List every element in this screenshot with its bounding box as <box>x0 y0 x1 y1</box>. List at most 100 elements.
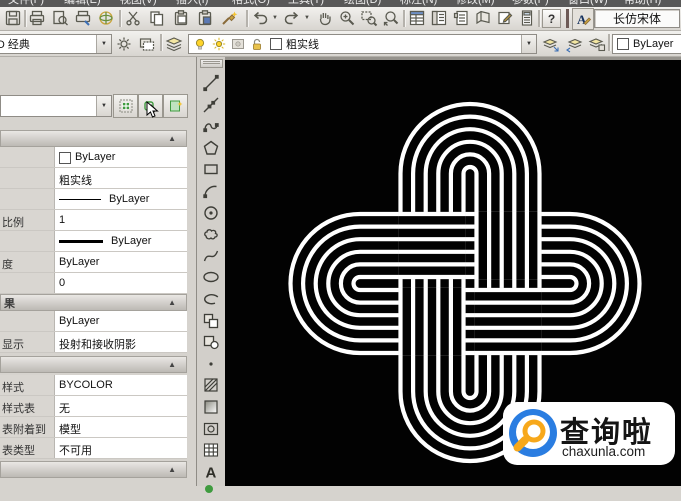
revision-cloud-icon[interactable] <box>201 224 221 244</box>
property-row-plot-table-type[interactable]: 表类型 不可用 <box>0 438 187 459</box>
polygon-icon[interactable] <box>201 138 221 158</box>
section-header-3d[interactable]: 果 ▲ <box>0 294 187 311</box>
collapse-icon[interactable]: ▲ <box>168 465 176 474</box>
zoom-window-icon[interactable] <box>359 8 379 28</box>
font-style-box[interactable]: 长仿宋体 <box>594 9 680 28</box>
menu-tools[interactable]: 工具(T) <box>288 0 324 7</box>
workspace-save-icon[interactable] <box>137 34 157 54</box>
toolbar-grip-handle[interactable] <box>200 59 223 68</box>
redo-dropdown-caret[interactable]: ▼ <box>302 8 312 28</box>
select-objects-button[interactable] <box>138 94 163 118</box>
ellipse-icon[interactable] <box>201 267 221 287</box>
designcenter-icon[interactable] <box>429 8 449 28</box>
menu-insert[interactable]: 插入(I) <box>176 0 208 7</box>
menu-modify[interactable]: 修改(M) <box>456 0 495 7</box>
circle-icon[interactable] <box>201 203 221 223</box>
point-style-icon[interactable] <box>201 481 221 501</box>
save-icon[interactable] <box>3 8 23 28</box>
multiline-text-icon[interactable]: A <box>201 462 221 482</box>
print-preview-icon[interactable] <box>50 8 70 28</box>
layer-on-bulb-icon[interactable] <box>193 37 207 51</box>
gradient-icon[interactable] <box>201 397 221 417</box>
spline-icon[interactable] <box>201 246 221 266</box>
menu-edit[interactable]: 编辑(E) <box>64 0 101 7</box>
property-row-plot-table-attached[interactable]: 表附着到 模型 <box>0 417 187 438</box>
layer-freeze-sun-icon[interactable] <box>212 37 226 51</box>
menu-draw[interactable]: 绘图(D) <box>344 0 381 7</box>
menu-view[interactable]: 视图(V) <box>120 0 157 7</box>
layer-properties-manager-icon[interactable] <box>164 34 184 54</box>
layer-caret-icon[interactable]: ▼ <box>521 35 536 53</box>
make-layer-current-icon[interactable] <box>541 34 561 54</box>
layer-lock-icon[interactable] <box>250 37 264 51</box>
paste-icon[interactable] <box>171 8 191 28</box>
plot-icon[interactable] <box>73 8 93 28</box>
text-style-icon[interactable]: A <box>572 8 594 30</box>
layer-previous-icon[interactable] <box>564 34 584 54</box>
workspace-combo[interactable]: AutoCAD 经典 ▼ <box>0 34 112 54</box>
pan-icon[interactable] <box>315 8 335 28</box>
workspace-settings-icon[interactable] <box>114 34 134 54</box>
color-combo[interactable]: ByLayer <box>612 34 681 54</box>
section-header-view[interactable]: ▲ <box>0 461 187 478</box>
property-row-color[interactable]: ByLayer <box>0 147 187 168</box>
property-row-thickness[interactable]: 0 <box>0 273 187 294</box>
line-icon[interactable] <box>201 73 221 93</box>
print-icon[interactable] <box>27 8 47 28</box>
property-row-shadow-display[interactable]: 显示 投射和接收阴影 <box>0 332 187 353</box>
layer-states-icon[interactable] <box>587 34 607 54</box>
redo-icon[interactable] <box>282 8 302 28</box>
property-row-material[interactable]: ByLayer <box>0 311 187 332</box>
property-row-plot-style-table[interactable]: 样式表 无 <box>0 396 187 417</box>
rectangle-icon[interactable] <box>201 159 221 179</box>
zoom-realtime-icon[interactable] <box>337 8 357 28</box>
collapse-icon[interactable]: ▲ <box>168 134 176 143</box>
copy-icon[interactable] <box>147 8 167 28</box>
undo-dropdown-caret[interactable]: ▼ <box>270 8 280 28</box>
property-row-layer[interactable]: 粗实线 <box>0 168 187 189</box>
help-icon[interactable]: ? <box>542 9 561 28</box>
property-row-linetype[interactable]: ByLayer <box>0 189 187 210</box>
undo-icon[interactable] <box>250 8 270 28</box>
publish-icon[interactable] <box>96 8 116 28</box>
menu-dimension[interactable]: 标注(N) <box>400 0 437 7</box>
menu-window[interactable]: 窗口(W) <box>568 0 608 7</box>
layer-viewport-freeze-icon[interactable] <box>231 37 245 51</box>
properties-palette-icon[interactable] <box>407 8 427 28</box>
hatch-icon[interactable] <box>201 375 221 395</box>
toggle-pickadd-button[interactable] <box>113 94 138 118</box>
insert-block-icon[interactable] <box>201 311 221 331</box>
markup-set-manager-icon[interactable] <box>495 8 515 28</box>
workspace-caret-icon[interactable]: ▼ <box>96 35 111 53</box>
tool-palettes-icon[interactable] <box>451 8 471 28</box>
object-type-combo[interactable]: ▼ <box>0 95 112 117</box>
drawing-canvas[interactable]: 查询啦 chaxunla.com <box>225 57 681 486</box>
match-properties-icon[interactable] <box>219 8 239 28</box>
construction-line-icon[interactable] <box>201 95 221 115</box>
cut-icon[interactable] <box>123 8 143 28</box>
ellipse-arc-icon[interactable] <box>201 289 221 309</box>
make-block-icon[interactable] <box>201 332 221 352</box>
arc-icon[interactable] <box>201 181 221 201</box>
point-icon[interactable] <box>201 354 221 374</box>
menu-help[interactable]: 帮助(H) <box>624 0 661 7</box>
collapse-icon[interactable]: ▲ <box>168 298 176 307</box>
property-row-transparency[interactable]: 度 ByLayer <box>0 252 187 273</box>
object-type-caret-icon[interactable]: ▼ <box>96 96 111 116</box>
polyline-icon[interactable] <box>201 116 221 136</box>
menu-file[interactable]: 文件(F) <box>8 0 44 7</box>
paste-special-icon[interactable] <box>195 8 215 28</box>
table-icon[interactable] <box>201 440 221 460</box>
layer-combo[interactable]: 粗实线 ▼ <box>188 34 537 54</box>
quick-select-button[interactable] <box>163 94 188 118</box>
section-header-plot[interactable]: ▲ <box>0 356 187 373</box>
section-header-general[interactable]: ▲ <box>0 130 187 147</box>
menu-parametric[interactable]: 参数(P) <box>512 0 549 7</box>
menu-format[interactable]: 格式(O) <box>232 0 270 7</box>
layer-color-swatch[interactable] <box>270 38 282 50</box>
property-row-plot-style[interactable]: 样式 BYCOLOR <box>0 375 187 396</box>
collapse-icon[interactable]: ▲ <box>168 360 176 369</box>
zoom-previous-icon[interactable] <box>381 8 401 28</box>
sheet-set-manager-icon[interactable] <box>473 8 493 28</box>
property-row-lineweight[interactable]: ByLayer <box>0 231 187 252</box>
